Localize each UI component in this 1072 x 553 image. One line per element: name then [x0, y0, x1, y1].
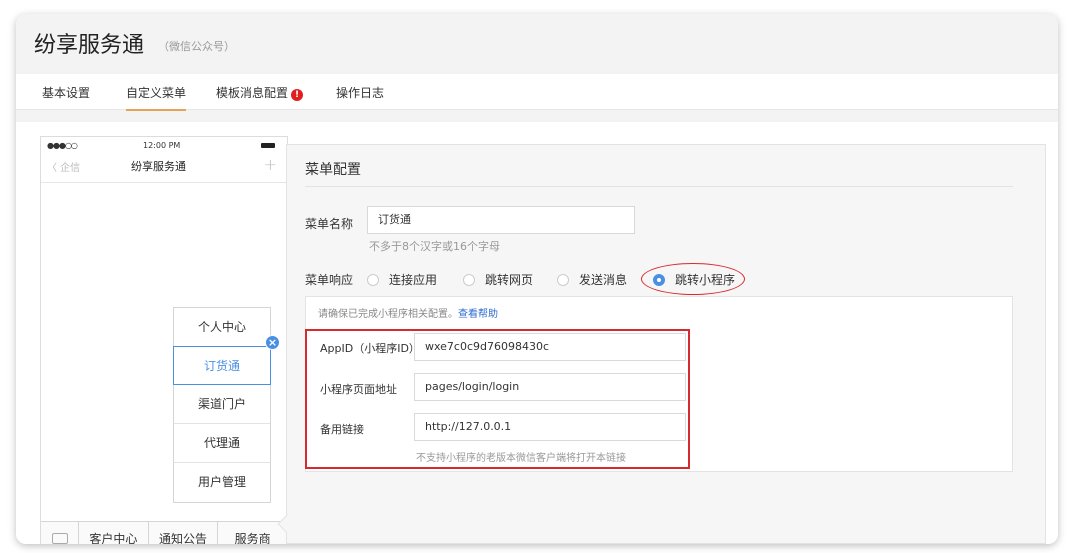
plus-icon[interactable]: + — [264, 155, 277, 174]
keyboard-toggle[interactable] — [41, 522, 79, 544]
radio-dot — [557, 273, 569, 286]
tab-template-message[interactable]: 模板消息配置! — [216, 84, 304, 101]
help-link[interactable]: 查看帮助 — [458, 309, 498, 320]
radio-label: 发送消息 — [579, 273, 628, 287]
submenu-item-order[interactable]: 订货通 — [173, 346, 271, 385]
submenu-item-personal-center[interactable]: 个人中心 — [174, 308, 270, 347]
radio-send-message[interactable]: 发送消息 — [557, 271, 627, 288]
menu-announcements[interactable]: 通知公告 — [149, 522, 219, 544]
menu-name-hint: 不多于8个汉字或16个字母 — [369, 240, 500, 253]
status-bar: ●●●○○ 12:00 PM — [41, 137, 287, 153]
battery-icon — [261, 143, 275, 148]
radio-link-app[interactable]: 连接应用 — [367, 271, 437, 288]
app-subtitle: （微信公众号） — [158, 40, 235, 53]
menu-config-panel: 菜单配置 菜单名称 订货通 不多于8个汉字或16个字母 菜单响应 连接应用 跳转… — [286, 144, 1046, 544]
tip-text: 请确保已完成小程序相关配置。 — [318, 309, 458, 320]
submenu-item-channel-portal[interactable]: 渠道门户 — [174, 385, 270, 424]
keyboard-icon — [51, 533, 68, 544]
settings-tip: 请确保已完成小程序相关配置。查看帮助 — [318, 305, 498, 320]
radio-label: 跳转网页 — [485, 273, 534, 287]
menu-response-label: 菜单响应 — [305, 273, 354, 287]
phone-preview: ●●●○○ 12:00 PM 〈 企信 纷享服务通 + 个人中心 订货通 渠道门… — [40, 136, 288, 544]
phone-navbar: 〈 企信 纷享服务通 + — [41, 153, 287, 183]
alert-badge: ! — [291, 89, 304, 101]
menu-service-provider[interactable]: 服务商 — [218, 522, 287, 544]
menu-customer-center[interactable]: 客户中心 — [79, 522, 149, 544]
tab-operation-log[interactable]: 操作日志 — [336, 84, 384, 101]
highlight-rectangle — [305, 329, 690, 469]
submenu-item-user-management[interactable]: 用户管理 — [174, 463, 270, 502]
main-content: ●●●○○ 12:00 PM 〈 企信 纷享服务通 + 个人中心 订货通 渠道门… — [16, 122, 1058, 544]
tab-template-message-label: 模板消息配置 — [216, 86, 289, 100]
remove-item-icon[interactable]: × — [265, 335, 280, 350]
status-time: 12:00 PM — [143, 141, 181, 150]
submenu-popup: 个人中心 订货通 渠道门户 代理通 用户管理 — [173, 307, 271, 503]
divider — [305, 186, 1013, 187]
menu-name-label: 菜单名称 — [305, 217, 354, 231]
app-window: 纷享服务通 （微信公众号） 基本设置 自定义菜单 模板消息配置! 操作日志 ●●… — [16, 14, 1058, 544]
phone-menubar: 客户中心 通知公告 服务商 — [41, 521, 287, 544]
signal-icon: ●●●○○ — [47, 141, 78, 150]
submenu-item-agent[interactable]: 代理通 — [174, 424, 270, 463]
tab-basic-settings[interactable]: 基本设置 — [42, 84, 90, 101]
radio-jump-webpage[interactable]: 跳转网页 — [463, 271, 533, 288]
phone-title: 纷享服务通 — [131, 160, 186, 173]
panel-title: 菜单配置 — [305, 162, 361, 178]
back-button[interactable]: 〈 企信 — [47, 159, 80, 174]
radio-dot — [367, 273, 379, 286]
radio-dot — [463, 273, 475, 286]
highlight-ellipse — [641, 263, 745, 295]
header: 纷享服务通 （微信公众号） — [16, 14, 1058, 74]
menu-name-input[interactable]: 订货通 — [367, 206, 635, 234]
tab-bar: 基本设置 自定义菜单 模板消息配置! 操作日志 — [16, 74, 1058, 111]
radio-label: 连接应用 — [389, 273, 438, 287]
tab-custom-menu[interactable]: 自定义菜单 — [126, 84, 187, 111]
app-title: 纷享服务通 — [34, 33, 145, 58]
